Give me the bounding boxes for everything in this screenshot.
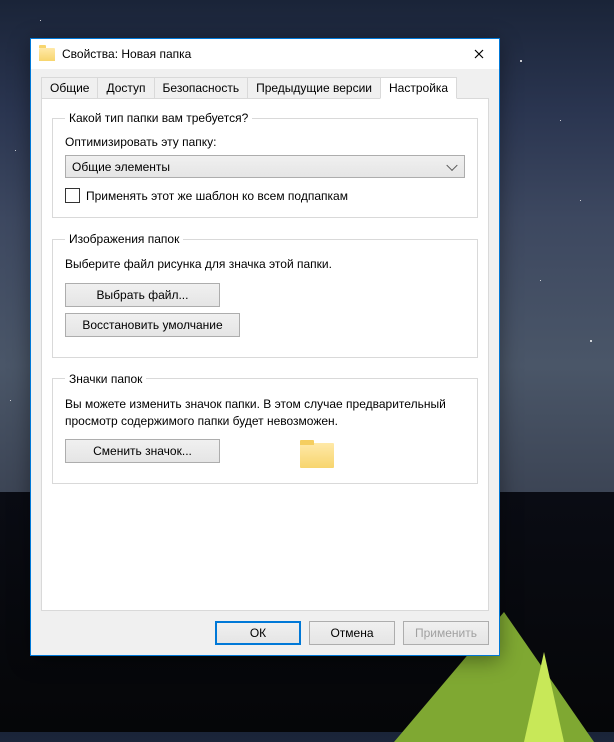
apply-subfolders-checkbox[interactable] xyxy=(65,188,80,203)
cancel-button[interactable]: Отмена xyxy=(309,621,395,645)
group-folder-icons: Значки папок Вы можете изменить значок п… xyxy=(52,372,478,485)
folder-images-description: Выберите файл рисунка для значка этой па… xyxy=(65,256,465,273)
tab-strip: Общие Доступ Безопасность Предыдущие вер… xyxy=(41,77,489,99)
apply-subfolders-row: Применять этот же шаблон ко всем подпапк… xyxy=(65,188,465,203)
apply-button[interactable]: Применить xyxy=(403,621,489,645)
apply-subfolders-label: Применять этот же шаблон ко всем подпапк… xyxy=(86,189,348,203)
ok-button[interactable]: ОК xyxy=(215,621,301,645)
folder-preview-icon xyxy=(300,440,334,468)
group-folder-type-legend: Какой тип папки вам требуется? xyxy=(65,111,252,125)
tab-customize[interactable]: Настройка xyxy=(380,77,457,99)
tab-previous-versions[interactable]: Предыдущие версии xyxy=(247,77,381,99)
close-icon xyxy=(474,49,484,59)
titlebar: Свойства: Новая папка xyxy=(31,39,499,69)
group-folder-images: Изображения папок Выберите файл рисунка … xyxy=(52,232,478,358)
folder-icons-description: Вы можете изменить значок папки. В этом … xyxy=(65,396,465,430)
choose-file-button[interactable]: Выбрать файл... xyxy=(65,283,220,307)
group-folder-images-legend: Изображения папок xyxy=(65,232,183,246)
restore-default-button[interactable]: Восстановить умолчание xyxy=(65,313,240,337)
optimize-label: Оптимизировать эту папку: xyxy=(65,135,465,149)
close-button[interactable] xyxy=(459,39,499,69)
change-icon-button[interactable]: Сменить значок... xyxy=(65,439,220,463)
tab-panel-customize: Какой тип папки вам требуется? Оптимизир… xyxy=(41,98,489,611)
dialog-button-row: ОК Отмена Применить xyxy=(41,611,489,645)
tab-security[interactable]: Безопасность xyxy=(154,77,249,99)
tab-general[interactable]: Общие xyxy=(41,77,98,99)
optimize-select[interactable]: Общие элементы xyxy=(65,155,465,178)
optimize-select-value: Общие элементы xyxy=(72,160,170,174)
properties-dialog: Свойства: Новая папка Общие Доступ Безоп… xyxy=(30,38,500,656)
tab-sharing[interactable]: Доступ xyxy=(97,77,154,99)
window-title: Свойства: Новая папка xyxy=(62,47,459,61)
group-folder-icons-legend: Значки папок xyxy=(65,372,146,386)
group-folder-type: Какой тип папки вам требуется? Оптимизир… xyxy=(52,111,478,218)
folder-icon xyxy=(39,48,55,61)
dialog-body: Общие Доступ Безопасность Предыдущие вер… xyxy=(31,69,499,655)
